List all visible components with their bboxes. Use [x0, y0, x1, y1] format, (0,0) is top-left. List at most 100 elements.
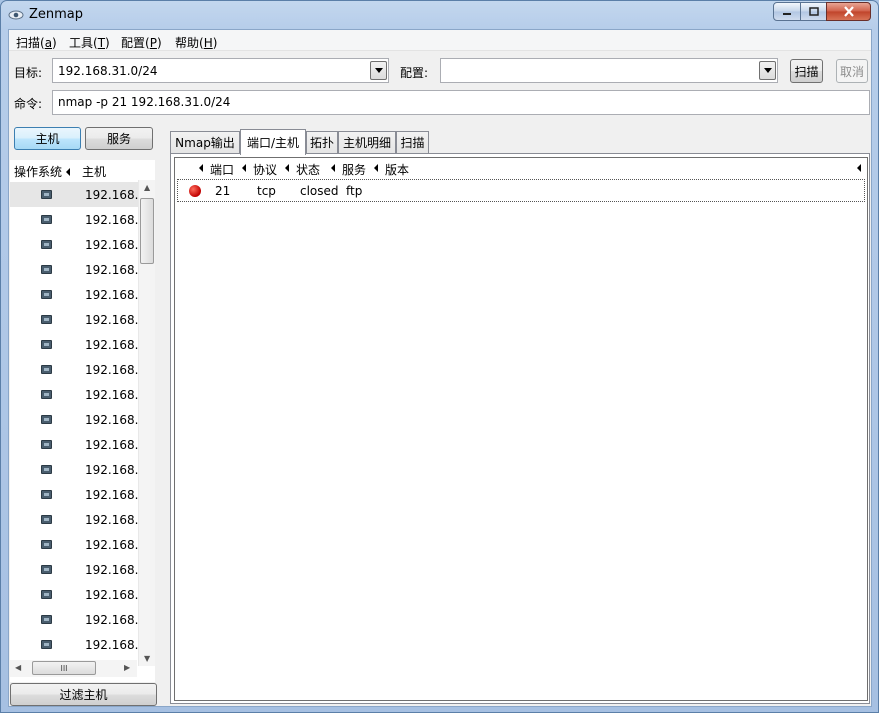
- column-service-arrow[interactable]: [331, 161, 335, 175]
- column-port-arrow[interactable]: [199, 161, 203, 175]
- column-protocol-arrow[interactable]: [242, 161, 246, 175]
- host-list: 操作系统 主机 192.168.31.1 192.168.31.2 192.168.…: [10, 160, 155, 682]
- zenmap-window: Zenmap 扫描(a) 工具(T) 配置(P) 帮助(H) 目标: 192.1…: [0, 0, 879, 713]
- host-ip: 192.168.31.13: [85, 488, 138, 502]
- filter-hosts-button[interactable]: 过滤主机: [10, 683, 157, 706]
- list-item[interactable]: 192.168.31.17: [10, 582, 138, 607]
- ports-hosts-panel: 端口 协议 状态 服务 版本 21 tcp closed ftp: [170, 153, 870, 704]
- column-host[interactable]: 主机: [82, 163, 106, 180]
- maximize-icon: [808, 7, 819, 16]
- cancel-button[interactable]: 取消: [836, 59, 868, 83]
- target-dropdown-button[interactable]: [370, 61, 387, 80]
- sort-arrow-icon: [857, 164, 861, 172]
- list-item[interactable]: 192.168.31.15: [10, 532, 138, 557]
- column-state[interactable]: 状态: [296, 161, 320, 178]
- os-icon: [41, 240, 52, 249]
- port-cell: 21: [215, 184, 231, 198]
- tab-topology[interactable]: 拓扑: [306, 131, 338, 153]
- list-item[interactable]: 192.168.31.3: [10, 232, 138, 257]
- scroll-down-icon[interactable]: ▼: [144, 654, 150, 663]
- ports-table: 端口 协议 状态 服务 版本 21 tcp closed ftp: [174, 157, 868, 701]
- horizontal-scrollbar[interactable]: ◀ III ▶: [10, 660, 137, 677]
- column-os[interactable]: 操作系统: [14, 163, 70, 180]
- menu-scan-text: 扫描(: [16, 36, 45, 50]
- list-item[interactable]: 192.168.31.5: [10, 282, 138, 307]
- vertical-scrollbar[interactable]: ▲ ▼: [138, 180, 155, 666]
- os-icon: [41, 465, 52, 474]
- host-ip: 192.168.31.8: [85, 363, 138, 377]
- list-item[interactable]: 192.168.31.13: [10, 482, 138, 507]
- command-input[interactable]: nmap -p 21 192.168.31.0/24: [52, 90, 870, 115]
- scan-button[interactable]: 扫描: [790, 59, 823, 83]
- list-item[interactable]: 192.168.31.1: [10, 182, 138, 207]
- host-ip: 192.168.31.4: [85, 263, 138, 277]
- list-item[interactable]: 192.168.31.18: [10, 607, 138, 632]
- protocol-cell: tcp: [257, 184, 276, 198]
- list-item[interactable]: 192.168.31.6: [10, 307, 138, 332]
- tab-ports-hosts[interactable]: 端口/主机: [240, 129, 306, 155]
- column-service[interactable]: 服务: [342, 161, 366, 178]
- host-ip: 192.168.31.2: [85, 213, 138, 227]
- list-item[interactable]: 192.168.31.2: [10, 207, 138, 232]
- profile-dropdown-button[interactable]: [759, 61, 776, 80]
- host-ip: 192.168.31.15: [85, 538, 138, 552]
- column-version-arrow[interactable]: [374, 161, 378, 175]
- target-combo[interactable]: 192.168.31.0/24: [52, 58, 389, 83]
- scroll-right-icon[interactable]: ▶: [124, 663, 130, 672]
- close-button[interactable]: [826, 2, 871, 21]
- profile-combo[interactable]: [440, 58, 778, 83]
- menu-profile[interactable]: 配置(P): [121, 34, 162, 51]
- service-cell: ftp: [346, 184, 363, 198]
- list-item[interactable]: 192.168.31.9: [10, 382, 138, 407]
- list-item[interactable]: 192.168.31.11: [10, 432, 138, 457]
- table-row[interactable]: 21 tcp closed ftp: [177, 179, 865, 202]
- column-version[interactable]: 版本: [385, 161, 409, 178]
- os-icon: [41, 615, 52, 624]
- list-item[interactable]: 192.168.31.19: [10, 632, 138, 657]
- target-value: 192.168.31.0/24: [58, 64, 158, 78]
- command-label: 命令:: [14, 97, 43, 111]
- list-item[interactable]: 192.168.31.16: [10, 557, 138, 582]
- menu-scan[interactable]: 扫描(a): [16, 34, 57, 51]
- menu-tools[interactable]: 工具(T): [69, 34, 110, 51]
- list-item[interactable]: 192.168.31.10: [10, 407, 138, 432]
- column-extra-arrow[interactable]: [857, 161, 861, 175]
- os-icon: [41, 315, 52, 324]
- list-item[interactable]: 192.168.31.4: [10, 257, 138, 282]
- host-ip: 192.168.31.6: [85, 313, 138, 327]
- horizontal-scroll-thumb[interactable]: III: [32, 661, 96, 675]
- sort-arrow-icon: [285, 164, 289, 172]
- column-port[interactable]: 端口: [210, 161, 234, 178]
- menu-help-key: H: [203, 36, 213, 50]
- tab-nmap-output[interactable]: Nmap输出: [170, 131, 240, 153]
- os-icon: [41, 390, 52, 399]
- column-protocol[interactable]: 协议: [253, 161, 277, 178]
- host-ip: 192.168.31.19: [85, 638, 138, 652]
- sort-arrow-icon: [199, 164, 203, 172]
- list-item[interactable]: 192.168.31.12: [10, 457, 138, 482]
- eye-icon: [8, 10, 24, 20]
- os-icon: [41, 515, 52, 524]
- os-icon: [41, 640, 52, 649]
- os-icon: [41, 365, 52, 374]
- title-bar[interactable]: Zenmap: [1, 1, 878, 29]
- menu-bar: 扫描(a) 工具(T) 配置(P) 帮助(H): [9, 30, 871, 51]
- host-ip: 192.168.31.12: [85, 463, 138, 477]
- tab-scans[interactable]: 扫描: [396, 131, 429, 153]
- sort-arrow-icon: [374, 164, 378, 172]
- scroll-left-icon[interactable]: ◀: [15, 663, 21, 672]
- column-state-arrow[interactable]: [285, 161, 289, 175]
- hosts-button[interactable]: 主机: [14, 127, 81, 150]
- vertical-scroll-thumb[interactable]: [140, 198, 154, 264]
- minimize-button[interactable]: [773, 2, 801, 21]
- maximize-button[interactable]: [800, 2, 827, 21]
- client-area: 扫描(a) 工具(T) 配置(P) 帮助(H) 目标: 192.168.31.0…: [8, 29, 872, 707]
- list-item[interactable]: 192.168.31.14: [10, 507, 138, 532]
- scroll-up-icon[interactable]: ▲: [144, 183, 150, 192]
- services-button[interactable]: 服务: [85, 127, 153, 150]
- tab-host-details[interactable]: 主机明细: [338, 131, 396, 153]
- list-item[interactable]: 192.168.31.7: [10, 332, 138, 357]
- list-item[interactable]: 192.168.31.8: [10, 357, 138, 382]
- menu-help[interactable]: 帮助(H): [175, 34, 217, 51]
- os-icon: [41, 565, 52, 574]
